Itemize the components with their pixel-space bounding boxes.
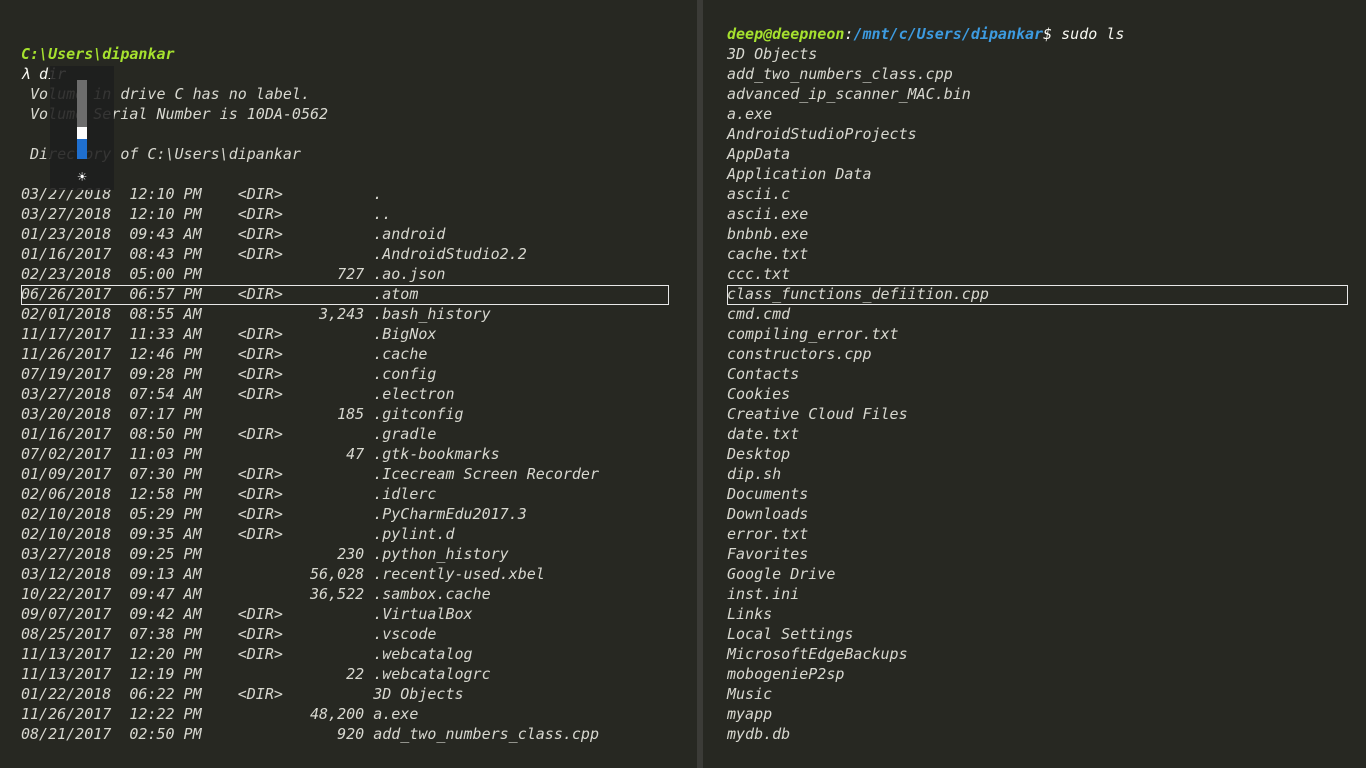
dir-entry-row: 01/16/2017 08:43 PM <DIR> .AndroidStudio… xyxy=(21,245,527,263)
dir-entry-row: 11/26/2017 12:22 PM 48,200 a.exe xyxy=(21,705,419,723)
ls-entry-row: Documents xyxy=(727,485,809,503)
osd-indicator xyxy=(77,127,87,139)
ls-entry-row: Application Data xyxy=(727,165,872,183)
right-prompt: deep@deepneon:/mnt/c/Users/dipankar$ sud… xyxy=(727,24,1124,44)
dir-entry-row: 02/10/2018 05:29 PM <DIR> .PyCharmEdu201… xyxy=(21,505,527,523)
brightness-icon: ☀ xyxy=(77,168,87,186)
dir-entry-row: 08/21/2017 02:50 PM 920 add_two_numbers_… xyxy=(21,725,599,743)
dir-entry-row: 08/25/2017 07:38 PM <DIR> .vscode xyxy=(21,625,437,643)
dir-entry-row: 07/02/2017 11:03 PM 47 .gtk-bookmarks xyxy=(21,445,500,463)
ls-entry-row: ascii.exe xyxy=(727,205,809,223)
osd-level-fill xyxy=(77,139,87,159)
ls-entry-row: Local Settings xyxy=(727,625,854,643)
ls-entry-row: Creative Cloud Files xyxy=(727,405,908,423)
dir-entry-row: 11/13/2017 12:19 PM 22 .webcatalogrc xyxy=(21,665,491,683)
dir-entry-row: 03/12/2018 09:13 AM 56,028 .recently-use… xyxy=(21,565,545,583)
ls-entry-row: Downloads xyxy=(727,505,809,523)
dir-entry-row: 10/22/2017 09:47 AM 36,522 .sambox.cache xyxy=(21,585,491,603)
dir-entry-row: 02/23/2018 05:00 PM 727 .ao.json xyxy=(21,265,446,283)
ls-entry-row: add_two_numbers_class.cpp xyxy=(727,65,953,83)
ls-entry-row: ascii.c xyxy=(727,185,791,203)
dir-entry-row: 01/22/2018 06:22 PM <DIR> 3D Objects xyxy=(21,685,464,703)
ls-entry-row: cache.txt xyxy=(727,245,809,263)
right-terminal-pane[interactable]: deep@deepneon:/mnt/c/Users/dipankar$ sud… xyxy=(703,0,1366,768)
ls-entry-row: myapp xyxy=(727,705,773,723)
dir-entry-row: 09/07/2017 09:42 AM <DIR> .VirtualBox xyxy=(21,605,473,623)
dir-entry-row: 03/27/2018 07:54 AM <DIR> .electron xyxy=(21,385,455,403)
dir-entry-row: 03/20/2018 07:17 PM 185 .gitconfig xyxy=(21,405,464,423)
ls-entry-row: ccc.txt xyxy=(727,265,791,283)
ls-entry-row: advanced_ip_scanner_MAC.bin xyxy=(727,85,971,103)
ls-entry-row: 3D Objects xyxy=(727,45,818,63)
ls-entry-row: mydb.db xyxy=(727,725,791,743)
prompt-path: /mnt/c/Users/dipankar xyxy=(853,25,1044,43)
ls-entry-row: MicrosoftEdgeBackups xyxy=(727,645,908,663)
right-selection-box xyxy=(727,285,1348,305)
dir-entry-row: 11/17/2017 11:33 AM <DIR> .BigNox xyxy=(21,325,437,343)
ls-entry-row: AppData xyxy=(727,145,791,163)
ls-entry-row: AndroidStudioProjects xyxy=(727,125,917,143)
ls-entry-row: error.txt xyxy=(727,525,809,543)
dir-entry-row: 01/16/2017 08:50 PM <DIR> .gradle xyxy=(21,425,437,443)
dir-entry-row: 07/19/2017 09:28 PM <DIR> .config xyxy=(21,365,437,383)
ls-entry-row: a.exe xyxy=(727,105,773,123)
ls-entry-row: cmd.cmd xyxy=(727,305,791,323)
ls-entry-row: Links xyxy=(727,605,773,623)
dir-entry-row: 02/10/2018 09:35 AM <DIR> .pylint.d xyxy=(21,525,455,543)
dir-entry-row: 11/13/2017 12:20 PM <DIR> .webcatalog xyxy=(21,645,473,663)
dir-entry-row: 02/01/2018 08:55 AM 3,243 .bash_history xyxy=(21,305,491,323)
ls-entry-row: Cookies xyxy=(727,385,791,403)
left-prompt-path: C:\Users\dipankar xyxy=(21,45,175,63)
left-selection-box xyxy=(21,285,669,305)
right-command: sudo ls xyxy=(1052,25,1125,43)
ls-entry-row: mobogenieP2sp xyxy=(727,665,845,683)
dir-entry-row: 11/26/2017 12:46 PM <DIR> .cache xyxy=(21,345,428,363)
prompt-symbol: $ xyxy=(1043,25,1053,43)
ls-entry-row: Favorites xyxy=(727,545,809,563)
dir-entry-row: 03/27/2018 09:25 PM 230 .python_history xyxy=(21,545,509,563)
brightness-osd: ☀ xyxy=(50,66,114,190)
dir-entry-row: 03/27/2018 12:10 PM <DIR> .. xyxy=(21,205,392,223)
left-terminal-pane[interactable]: C:\Users\dipankar λ dir Volume in drive … xyxy=(0,0,697,768)
ls-entry-row: constructors.cpp xyxy=(727,345,872,363)
ls-entry-row: Music xyxy=(727,685,773,703)
ls-entry-row: Desktop xyxy=(727,445,791,463)
ls-entry-row: inst.ini xyxy=(727,585,800,603)
ls-entry-row: compiling_error.txt xyxy=(727,325,899,343)
dir-entry-row: 01/09/2017 07:30 PM <DIR> .Icecream Scre… xyxy=(21,465,599,483)
ls-entry-row: dip.sh xyxy=(727,465,782,483)
prompt-user: deep@deepneon xyxy=(727,25,845,43)
dir-entry-row: 01/23/2018 09:43 AM <DIR> .android xyxy=(21,225,446,243)
dir-entry-row: 02/06/2018 12:58 PM <DIR> .idlerc xyxy=(21,485,437,503)
ls-entry-row: bnbnb.exe xyxy=(727,225,809,243)
ls-entry-row: Contacts xyxy=(727,365,800,383)
ls-entry-row: date.txt xyxy=(727,425,800,443)
ls-entry-row: Google Drive xyxy=(727,565,836,583)
